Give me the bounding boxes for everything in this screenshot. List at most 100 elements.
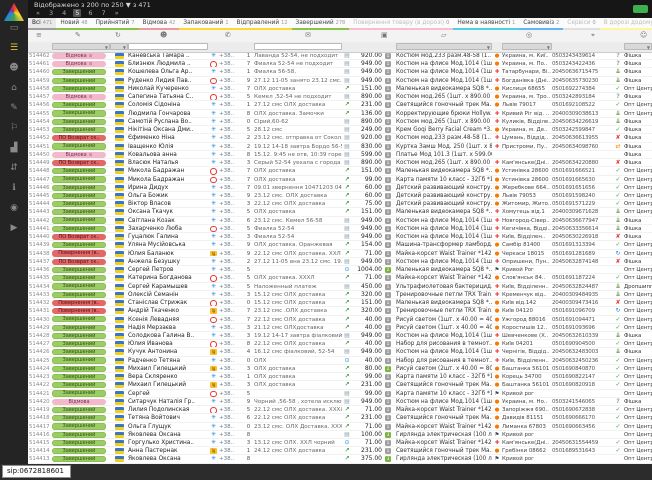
- order-row[interactable]: 514459ЗавершенийРуденко Лидия Пав..+38..…: [28, 77, 652, 85]
- order-row[interactable]: 514435ЗавершенийКатерина Богданова+38..5…: [28, 274, 652, 282]
- tab-sent[interactable]: Відправлений12: [233, 18, 292, 30]
- tab-services[interactable]: Сервіси0: [563, 18, 599, 30]
- page-number[interactable]: 3: [47, 9, 55, 17]
- order-row[interactable]: 514438Повернення (в..Юлия Баланюкlg+38..…: [28, 250, 652, 258]
- order-row[interactable]: 514445ЗавершенийОльга Божик✳+38..923.12 …: [28, 192, 652, 200]
- order-row[interactable]: 514424ЗавершенийМихаил Гилецькийlg+38..3…: [28, 365, 652, 373]
- order-row[interactable]: 514449ПО Возврат ск..Власюк Наталья✳+38.…: [28, 159, 652, 167]
- page-number[interactable]: 4: [60, 9, 68, 17]
- location-icon[interactable]: ◎: [526, 31, 532, 39]
- order-row[interactable]: 514439ЗавершенийУляна Мусійовська✳+38..9…: [28, 241, 652, 249]
- sidebar-video-icon[interactable]: ▶: [0, 220, 28, 236]
- order-row[interactable]: 514434ЗавершенийСергей Карамышев✳+38..5Н…: [28, 283, 652, 291]
- tab-return-transit[interactable]: Повернення товару (в дорозі)0: [349, 18, 453, 30]
- order-row[interactable]: 514415ЗавершенийГоргулько Христина..✳+38…: [28, 439, 652, 447]
- order-row[interactable]: 514420ВідмоваСитарчук Наталія Гр..✳+38..…: [28, 398, 652, 406]
- tab-way-home[interactable]: В дорозі додому0: [600, 18, 652, 30]
- order-row[interactable]: 514429ЗавершенийНадія Мерзаєва✳+38..321.…: [28, 324, 652, 332]
- sidebar-companies-icon[interactable]: ⌂: [0, 80, 28, 96]
- tab-out-of-stock[interactable]: Нема в наявності1: [453, 18, 519, 30]
- order-row[interactable]: 514441ЗавершенийЗахарченко Люба+38..5Фиа…: [28, 225, 652, 233]
- order-row[interactable]: 514437ПО Возврат ск..Анжела Безушку✳+38.…: [28, 258, 652, 266]
- order-row[interactable]: 514422ЗавершенийМихаил Гилецькийlg+38..3…: [28, 381, 652, 389]
- comment-icon[interactable]: ✉: [305, 31, 311, 39]
- order-row[interactable]: 514442ЗавершенийСвітлана Козак✳+38..623.…: [28, 217, 652, 225]
- order-row[interactable]: 514451ЗавершенийІващенко Юлія✳+38..219.1…: [28, 143, 652, 151]
- sidebar-stats-icon[interactable]: ▟: [0, 140, 28, 156]
- order-row[interactable]: 514432Повернення (в..Станіслав Стрижак+3…: [28, 299, 652, 307]
- page-number[interactable]: 5: [73, 9, 81, 17]
- order-row[interactable]: 514454ЗавершенийСамотій Руслана Во..✳+38…: [28, 118, 652, 126]
- filter-address[interactable]: ▼: [502, 43, 552, 50]
- order-row[interactable]: 514444ЗавершенийВіктор Власов✳+38..322.1…: [28, 200, 652, 208]
- tab-new[interactable]: Новий48: [56, 18, 91, 30]
- order-row[interactable]: 514457Відмова⊙Сапегина Татьяна С..+38..5…: [28, 93, 652, 101]
- payment-cell: ↗: [342, 423, 352, 430]
- order-row[interactable]: 514425ЗавершенийРадченко Тетяна✳+38..0ОЛ…: [28, 357, 652, 365]
- order-row[interactable]: 514447ЗавершенийМикола Бадражан+38..7ОЛХ…: [28, 176, 652, 184]
- pagination-last-icon[interactable]: »: [113, 9, 121, 17]
- filter-flag[interactable]: ▼: [110, 43, 128, 50]
- order-row[interactable]: 514417ЗавершенийОльга Глущук✳+38..023.12…: [28, 423, 652, 431]
- sidebar-info-icon[interactable]: ℹ: [0, 180, 28, 196]
- status-edit-icon[interactable]: ✎: [75, 31, 81, 39]
- sidebar-clients-icon[interactable]: ☻: [0, 60, 28, 76]
- order-row[interactable]: 514431Повернення (в..Андрій Ткаченкоlg+3…: [28, 307, 652, 315]
- order-row[interactable]: 514450Відмова⊙Ковальова анна✳+38..815.12…: [28, 151, 652, 159]
- order-row[interactable]: 514443ЗавершенийОксана Ткачук✳+38..5ОЛХ …: [28, 208, 652, 216]
- order-row[interactable]: 514446ЗавершенийИрина Дидух✳+38..709.01 …: [28, 184, 652, 192]
- sidebar-settings-icon[interactable]: ⇵: [0, 160, 28, 176]
- sidebar-campaigns-icon[interactable]: ⚐: [0, 120, 28, 136]
- order-row[interactable]: 514455ЗавершенийЛюдмила Гончарова✳+38..8…: [28, 110, 652, 118]
- tab-pickup[interactable]: Самовивіз2: [519, 18, 563, 30]
- tab-all[interactable]: Всі471: [28, 18, 56, 30]
- sidebar-orders-icon[interactable]: ☰: [0, 40, 28, 56]
- order-row[interactable]: 514461Відмова⊙Близнюк Людмила ..+38..7Фи…: [28, 60, 652, 68]
- order-row[interactable]: 514453ЗавершенийНікітіна Оксана Дми..✳+3…: [28, 126, 652, 134]
- order-row[interactable]: 514419ЗавершенийЛилия Подолинская+38..52…: [28, 406, 652, 414]
- order-row[interactable]: 514421ЗавершенийСергей+38..5▤99.001Карта…: [28, 390, 652, 398]
- payment-icon[interactable]: ▣: [381, 31, 388, 39]
- order-row[interactable]: 514448ЗавершенийМикола Бадражан+38..7ОЛХ…: [28, 167, 652, 175]
- pagination-first-icon[interactable]: «: [34, 9, 42, 17]
- order-row[interactable]: 514413ЗавершенийЯковлева Оксана✳+38..8↗3…: [28, 455, 652, 463]
- filter-name[interactable]: [128, 43, 208, 50]
- product-icon[interactable]: ▱: [441, 31, 446, 39]
- order-row[interactable]: 514423ЗавершенийВера Скляренко✳+38..1ОЛХ…: [28, 373, 652, 381]
- order-row[interactable]: 514436ЗавершенийСергей Петров✳+38..5⊙100…: [28, 266, 652, 274]
- order-row[interactable]: 514426ЗавершенийКучук Антонинаlg+38..416…: [28, 348, 652, 356]
- filter-status[interactable]: ▼: [52, 43, 110, 50]
- page-number[interactable]: 7: [100, 9, 108, 17]
- tab-done[interactable]: Завершений278: [292, 18, 350, 30]
- sidebar-dashboard-icon[interactable]: ▭: [0, 20, 28, 36]
- order-row[interactable]: 514414ЗавершенийАнна Пастернакlg+38..124…: [28, 447, 652, 455]
- refresh-icon[interactable]: ↻: [115, 31, 121, 39]
- tab-accepted[interactable]: Прийнятий7: [92, 18, 139, 30]
- tab-refused[interactable]: Відмова42: [139, 18, 180, 30]
- filter-tag[interactable]: ▼: [624, 43, 652, 50]
- sidebar-web-icon[interactable]: ◉: [0, 200, 28, 216]
- phone-icon[interactable]: ✆: [225, 31, 231, 39]
- filter-product[interactable]: ▼: [396, 43, 492, 50]
- order-row[interactable]: 514440ПО Возврат ск..Гуцалюк Галина✳+38.…: [28, 233, 652, 241]
- filter-comment[interactable]: [254, 43, 342, 50]
- order-row[interactable]: 514433ЗавершенийОлексій Семанін✳+38..315…: [28, 291, 652, 299]
- quick-add-button[interactable]: [633, 5, 648, 13]
- clients-icon[interactable]: ☻: [160, 31, 167, 39]
- orders-list-icon[interactable]: ≡: [36, 31, 42, 39]
- sidebar-products-icon[interactable]: ✎: [0, 100, 28, 116]
- order-row[interactable]: 514462Відмова⊙Каневська Тамара ..✳+38..1…: [28, 52, 652, 60]
- manager-icon[interactable]: ☺: [640, 31, 647, 39]
- order-row[interactable]: 514458ЗавершенийНиколай Кучеренко✳+38..7…: [28, 85, 652, 93]
- order-row[interactable]: 514418ЗавершенийТетяна Войтович✳+38..622…: [28, 414, 652, 422]
- tracking-icon[interactable]: ⌖: [591, 31, 595, 40]
- order-row[interactable]: 514460ЗавершенийКошелева Ольга Ар..✳+38.…: [28, 68, 652, 76]
- page-number[interactable]: 6: [86, 9, 94, 17]
- order-row[interactable]: 514430ЗавершенийКсенія Левадняя+38..722.…: [28, 316, 652, 324]
- order-row[interactable]: 514456ЗавершенийСоломія Сідоніна✳+38..12…: [28, 101, 652, 109]
- order-row[interactable]: 514452ПО Возврат ск..Єфименко Ніна✳+38..…: [28, 134, 652, 142]
- order-row[interactable]: 514428ЗавершенийСолодкова Галина В..✳+38…: [28, 332, 652, 340]
- order-row[interactable]: 514416ЗавершенийЯковлева Оксана✳+38..8▤1…: [28, 431, 652, 439]
- order-row[interactable]: 514427ЗавершенийЮлия Иванова+38..822.12 …: [28, 340, 652, 348]
- tab-packed[interactable]: Запакований1: [179, 18, 232, 30]
